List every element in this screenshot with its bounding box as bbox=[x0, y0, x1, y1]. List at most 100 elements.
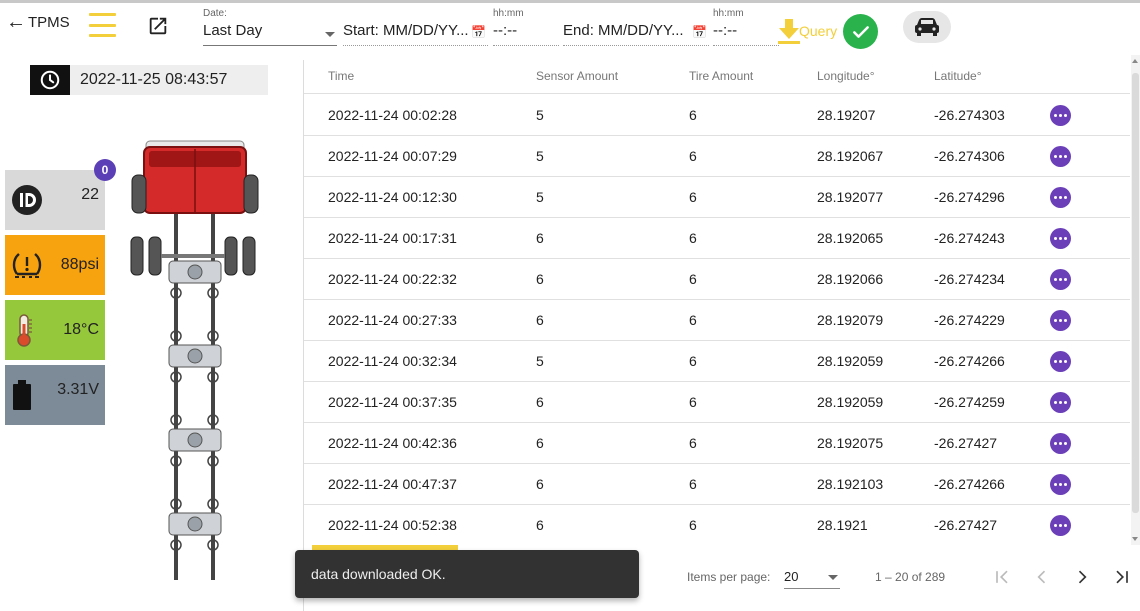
more-options-icon[interactable] bbox=[1050, 515, 1071, 536]
more-options-icon[interactable] bbox=[1050, 269, 1071, 290]
calendar-icon[interactable]: 📅 bbox=[471, 25, 486, 39]
vehicle-button[interactable] bbox=[903, 11, 951, 43]
date-range-select[interactable]: Date: Last Day bbox=[203, 8, 337, 46]
table-row[interactable]: 2022-11-24 00:52:38 6 6 28.1921 -26.27427 bbox=[304, 505, 1130, 545]
more-options-icon[interactable] bbox=[1050, 392, 1071, 413]
calendar-icon[interactable]: 📅 bbox=[692, 25, 707, 39]
items-per-page-select[interactable]: 20 bbox=[784, 567, 840, 589]
cell-longitude: 28.192066 bbox=[817, 271, 884, 287]
check-icon bbox=[852, 25, 869, 38]
tire-pressure-value: 88psi bbox=[60, 256, 99, 273]
temperature-card[interactable]: 18°C bbox=[5, 300, 105, 360]
sensor-id-value: 22 bbox=[81, 186, 99, 203]
scrollbar-thumb[interactable] bbox=[1132, 73, 1139, 513]
date-label: Date: bbox=[203, 8, 227, 19]
truck-axle-diagram[interactable] bbox=[125, 135, 265, 585]
query-button[interactable]: Query bbox=[776, 17, 837, 45]
table-row[interactable]: 2022-11-24 00:27:33 6 6 28.192079 -26.274229 bbox=[304, 300, 1130, 341]
column-header-tire-amount[interactable]: Tire Amount bbox=[689, 69, 753, 83]
column-header-latitude[interactable]: Latitude° bbox=[934, 69, 982, 83]
temperature-value: 18°C bbox=[63, 321, 99, 338]
back-button[interactable]: ← TPMS bbox=[6, 11, 70, 33]
cell-latitude: -26.274243 bbox=[934, 230, 1005, 246]
cell-longitude: 28.1921 bbox=[817, 517, 868, 533]
start-date-placeholder: Start: MM/DD/YY... bbox=[343, 22, 469, 39]
more-options-icon[interactable] bbox=[1050, 433, 1071, 454]
table-row[interactable]: 2022-11-24 00:42:36 6 6 28.192075 -26.27427 bbox=[304, 423, 1130, 464]
thermometer-icon bbox=[17, 314, 32, 347]
last-page-button[interactable] bbox=[1107, 562, 1137, 592]
table-row[interactable]: 2022-11-24 00:22:32 6 6 28.192066 -26.274234 bbox=[304, 259, 1130, 300]
more-options-icon[interactable] bbox=[1050, 187, 1071, 208]
date-range-value: Last Day bbox=[203, 22, 263, 39]
table-row[interactable]: 2022-11-24 00:47:37 6 6 28.192103 -26.274266 bbox=[304, 464, 1130, 505]
column-header-sensor-amount[interactable]: Sensor Amount bbox=[536, 69, 618, 83]
arrow-left-icon: ← bbox=[6, 11, 26, 33]
more-options-icon[interactable] bbox=[1050, 146, 1071, 167]
more-options-icon[interactable] bbox=[1050, 105, 1071, 126]
end-date-placeholder: End: MM/DD/YY... bbox=[563, 22, 684, 39]
previous-page-button[interactable] bbox=[1027, 562, 1057, 592]
cell-sensor-amount: 6 bbox=[536, 312, 544, 328]
cell-sensor-amount: 6 bbox=[536, 476, 544, 492]
first-page-button[interactable] bbox=[987, 562, 1017, 592]
sensor-id-card[interactable]: 22 bbox=[5, 170, 105, 230]
cell-sensor-amount: 5 bbox=[536, 189, 544, 205]
cell-time: 2022-11-24 00:02:28 bbox=[328, 107, 457, 123]
more-options-icon[interactable] bbox=[1050, 474, 1071, 495]
cell-tire-amount: 6 bbox=[689, 435, 697, 451]
scroll-down-icon[interactable] bbox=[1132, 537, 1138, 541]
scroll-up-icon[interactable] bbox=[1132, 59, 1138, 63]
open-external-icon[interactable] bbox=[147, 15, 169, 37]
battery-voltage-card[interactable]: 3.31V bbox=[5, 365, 105, 425]
more-options-icon[interactable] bbox=[1050, 310, 1071, 331]
table-row[interactable]: 2022-11-24 00:32:34 5 6 28.192059 -26.274266 bbox=[304, 341, 1130, 382]
end-time-input[interactable]: hh:mm --:-- bbox=[713, 8, 779, 46]
start-time-label: hh:mm bbox=[493, 8, 524, 19]
more-options-icon[interactable] bbox=[1050, 351, 1071, 372]
end-date-input[interactable]: End: MM/DD/YY... 📅 bbox=[563, 20, 709, 46]
battery-icon bbox=[13, 380, 31, 410]
cell-tire-amount: 6 bbox=[689, 148, 697, 164]
table-row[interactable]: 2022-11-24 00:07:29 5 6 28.192067 -26.274306 bbox=[304, 136, 1130, 177]
table-header: Time Sensor Amount Tire Amount Longitude… bbox=[304, 55, 1130, 94]
start-time-placeholder: --:-- bbox=[493, 22, 518, 39]
cell-time: 2022-11-24 00:17:31 bbox=[328, 230, 457, 246]
more-options-icon[interactable] bbox=[1050, 228, 1071, 249]
table-scrollbar[interactable] bbox=[1131, 55, 1140, 545]
start-time-input[interactable]: hh:mm --:-- bbox=[493, 8, 559, 46]
cell-sensor-amount: 5 bbox=[536, 107, 544, 123]
cell-longitude: 28.192065 bbox=[817, 230, 884, 246]
end-time-label: hh:mm bbox=[713, 8, 744, 19]
next-page-button[interactable] bbox=[1067, 562, 1097, 592]
confirm-button[interactable] bbox=[843, 14, 878, 49]
table-row[interactable]: 2022-11-24 00:17:31 6 6 28.192065 -26.274243 bbox=[304, 218, 1130, 259]
table-row[interactable]: 2022-11-24 00:37:35 6 6 28.192059 -26.274259 bbox=[304, 382, 1130, 423]
cell-time: 2022-11-24 00:07:29 bbox=[328, 148, 457, 164]
snackbar-message: data downloaded OK. bbox=[311, 566, 446, 582]
last-update-time: 2022-11-25 08:43:57 bbox=[80, 71, 228, 88]
cell-time: 2022-11-24 00:52:38 bbox=[328, 517, 457, 533]
column-header-time[interactable]: Time bbox=[328, 69, 354, 83]
table-row[interactable]: 2022-11-24 00:02:28 5 6 28.19207 -26.274303 bbox=[304, 95, 1130, 136]
items-per-page-value: 20 bbox=[784, 569, 799, 584]
car-icon bbox=[915, 18, 939, 36]
menu-icon[interactable] bbox=[89, 13, 116, 37]
cell-tire-amount: 6 bbox=[689, 271, 697, 287]
cell-tire-amount: 6 bbox=[689, 230, 697, 246]
app-title: TPMS bbox=[28, 13, 70, 31]
cell-latitude: -26.274266 bbox=[934, 353, 1005, 369]
alert-count-badge: 0 bbox=[94, 159, 116, 181]
page-range-label: 1 – 20 of 289 bbox=[875, 570, 946, 584]
sensor-panel: 2022-11-25 08:43:57 22 0 88psi 18°C 3.31… bbox=[0, 55, 303, 611]
cell-latitude: -26.27427 bbox=[934, 517, 998, 533]
cell-time: 2022-11-24 00:37:35 bbox=[328, 394, 457, 410]
column-header-longitude[interactable]: Longitude° bbox=[817, 69, 875, 83]
cell-longitude: 28.192075 bbox=[817, 435, 884, 451]
table-row[interactable]: 2022-11-24 00:12:30 5 6 28.192077 -26.274296 bbox=[304, 177, 1130, 218]
tire-pressure-card[interactable]: 88psi bbox=[5, 235, 105, 295]
cell-sensor-amount: 6 bbox=[536, 230, 544, 246]
battery-voltage-value: 3.31V bbox=[57, 381, 99, 398]
cell-longitude: 28.192079 bbox=[817, 312, 884, 328]
start-date-input[interactable]: Start: MM/DD/YY... 📅 bbox=[343, 20, 488, 46]
